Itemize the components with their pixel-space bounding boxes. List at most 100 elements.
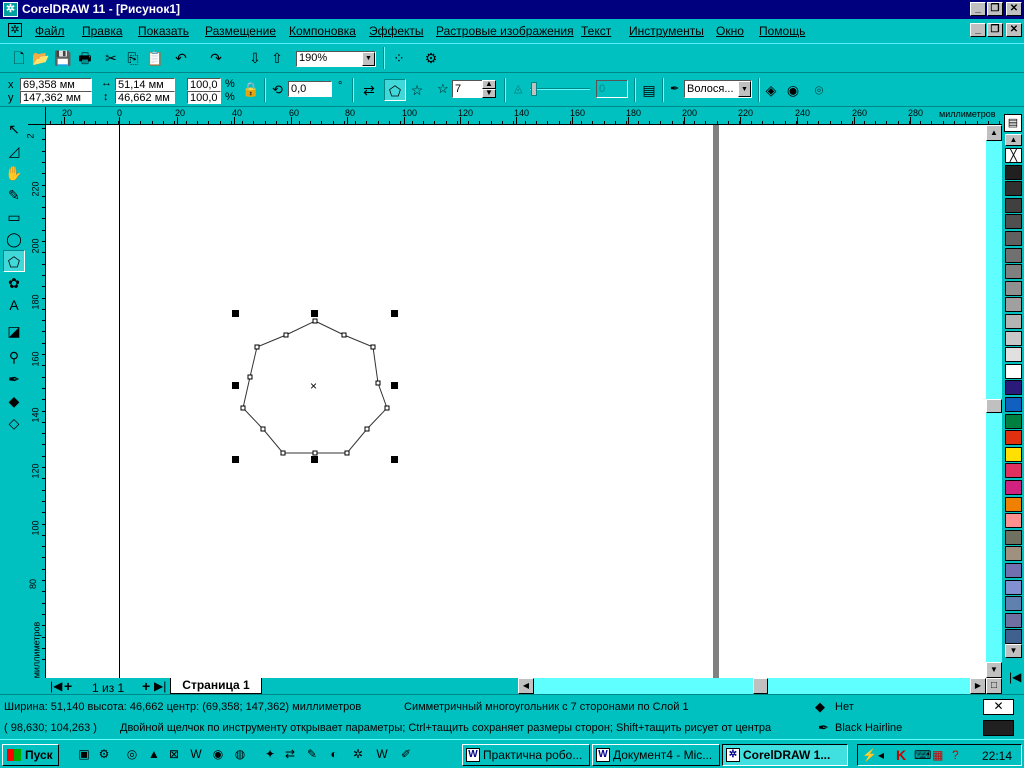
color-swatch[interactable]	[1005, 612, 1022, 628]
import-icon[interactable]: ⇩	[244, 47, 266, 69]
vertical-scroll-thumb[interactable]	[986, 399, 1002, 413]
polygon-tool-icon[interactable]: ⬠	[3, 250, 25, 272]
color-swatch[interactable]	[1005, 314, 1022, 329]
open-icon[interactable]: 📂	[30, 47, 52, 69]
color-swatch[interactable]	[1005, 247, 1022, 263]
no-color-swatch[interactable]: ╳	[1005, 148, 1022, 163]
color-swatch[interactable]	[1005, 546, 1022, 562]
quicklaunch-app8-icon[interactable]: W	[374, 746, 390, 762]
outline-swatch[interactable]	[983, 720, 1014, 736]
sharpness-thumb[interactable]	[531, 82, 537, 96]
outline-width-combo[interactable]: Волося... ▼	[684, 80, 752, 98]
palette-down-button[interactable]: ▼	[1005, 644, 1022, 658]
sharpness-slider[interactable]	[530, 88, 590, 90]
menu-item-9[interactable]: Окно	[716, 19, 744, 43]
menu-item-3[interactable]: Размещение	[205, 19, 276, 43]
color-swatch[interactable]	[1005, 264, 1022, 280]
scroll-up-button[interactable]: ▲	[986, 125, 1002, 141]
polygon-mode-icon[interactable]: ⬠	[384, 79, 406, 101]
quicklaunch-app1-icon[interactable]: ◎	[124, 746, 140, 762]
color-swatch[interactable]	[1005, 463, 1022, 479]
eyedropper-tool-icon[interactable]: ⚲	[3, 346, 25, 368]
scale-x-field[interactable]: 100,0	[187, 78, 221, 91]
wrap-text-icon[interactable]: ▤	[638, 79, 660, 101]
interactive-fill-icon[interactable]: ◇	[3, 412, 25, 434]
quicklaunch-app5-icon[interactable]: ✎	[304, 746, 320, 762]
menu-item-1[interactable]: Правка	[82, 19, 123, 43]
minimize-button[interactable]: _	[970, 2, 986, 16]
print-icon[interactable]: 🖶	[74, 47, 96, 69]
first-page-button[interactable]: |◀	[50, 679, 62, 693]
scroll-right-button[interactable]: ▶	[970, 678, 986, 694]
corner-box[interactable]: □	[986, 678, 1002, 694]
color-swatch[interactable]	[1005, 563, 1022, 578]
quicklaunch-app4-icon[interactable]: ⇄	[282, 746, 298, 762]
color-swatch[interactable]	[1005, 496, 1022, 512]
ruler-origin[interactable]	[28, 107, 46, 125]
interactive-tool-icon[interactable]: ◪	[3, 320, 25, 342]
zoom-combo[interactable]: 190% ▼	[296, 51, 376, 67]
quicklaunch-explorer-icon[interactable]: ⚙	[96, 746, 112, 762]
menu-item-2[interactable]: Показать	[138, 19, 189, 43]
color-swatch[interactable]	[1005, 231, 1022, 246]
horizontal-scroll-track[interactable]	[534, 678, 970, 694]
mirror-icon[interactable]: ⇄	[358, 79, 380, 101]
add-page-before-button[interactable]: +	[64, 678, 72, 694]
menu-item-7[interactable]: Текст	[581, 19, 611, 43]
color-swatch[interactable]	[1005, 596, 1022, 612]
color-swatch[interactable]	[1005, 413, 1022, 429]
quicklaunch-app2-icon[interactable]: ◍	[232, 746, 248, 762]
menu-item-4[interactable]: Компоновка	[289, 19, 356, 43]
pick-tool-icon[interactable]: ↖	[3, 118, 25, 140]
color-swatch[interactable]	[1005, 164, 1022, 180]
vertical-scrollbar[interactable]: ▲ ▼	[986, 125, 1002, 678]
color-swatch[interactable]	[1005, 380, 1022, 396]
drawing-canvas[interactable]: ×	[46, 125, 986, 678]
task-word-2[interactable]: W Документ4 - Mic...	[592, 744, 720, 766]
coreldraw-app-icon[interactable]: ✲	[3, 2, 18, 17]
freehand-tool-icon[interactable]: ✎	[3, 184, 25, 206]
quicklaunch-word-icon[interactable]: W	[188, 746, 204, 762]
color-swatch[interactable]	[1005, 347, 1022, 363]
basic-shapes-tool-icon[interactable]: ✿	[3, 272, 25, 294]
quicklaunch-app6-icon[interactable]: ◐	[326, 746, 342, 762]
sharpness-field[interactable]: 0	[596, 80, 628, 98]
doc-minimize-button[interactable]: _	[970, 23, 986, 37]
star-mode-icon[interactable]: ☆	[406, 79, 428, 101]
color-swatch[interactable]	[1005, 480, 1022, 495]
points-field[interactable]: 7	[452, 80, 486, 98]
tray-antivirus-icon[interactable]: K	[896, 747, 906, 763]
color-swatch[interactable]	[1005, 330, 1022, 346]
fill-tool-icon[interactable]: ◆	[3, 390, 25, 412]
menu-item-10[interactable]: Помощь	[759, 19, 805, 43]
vertical-ruler[interactable]: миллиметров 2 220 200 180 160 140 120 100 80	[26, 125, 46, 678]
horizontal-ruler[interactable]: миллиметров 20 0 20 40 60 80 100 120 140 160 180 20…	[46, 107, 1002, 125]
to-back-icon[interactable]: ◉	[782, 79, 804, 101]
convert-to-curves-icon[interactable]: ⌾	[808, 79, 830, 101]
quicklaunch-desktop-icon[interactable]: ▣	[76, 746, 92, 762]
tray-volume-icon[interactable]: ◂	[878, 748, 884, 762]
x-position-field[interactable]: 69,358 мм	[20, 78, 92, 91]
quicklaunch-app7-icon[interactable]: ✲	[350, 746, 366, 762]
color-swatch[interactable]	[1005, 214, 1022, 230]
color-swatch[interactable]	[1005, 579, 1022, 595]
quicklaunch-access-icon[interactable]: ▲	[146, 746, 162, 762]
quicklaunch-app3-icon[interactable]: ✦	[262, 746, 278, 762]
ellipse-tool-icon[interactable]: ◯	[3, 228, 25, 250]
color-swatch[interactable]	[1005, 297, 1022, 313]
color-swatch[interactable]	[1005, 197, 1022, 213]
scroll-down-button[interactable]: ▼	[986, 662, 1002, 678]
height-field[interactable]: 46,662 мм	[115, 91, 175, 104]
tray-network-icon[interactable]: ⚡	[862, 748, 877, 762]
color-swatch[interactable]	[1005, 397, 1022, 412]
copy-icon[interactable]: ⎘	[122, 47, 144, 69]
tray-keyboard-icon[interactable]: ⌨	[914, 748, 931, 762]
shape-tool-icon[interactable]: ◿	[3, 140, 25, 162]
close-button[interactable]: ✕	[1006, 2, 1022, 16]
chevron-down-icon[interactable]: ▼	[362, 52, 375, 66]
lock-ratio-icon[interactable]: 🔒	[240, 78, 262, 100]
quicklaunch-media-icon[interactable]: ◉	[210, 746, 226, 762]
color-swatch[interactable]	[1005, 430, 1022, 446]
rectangle-tool-icon[interactable]: ▭	[3, 206, 25, 228]
add-page-after-button[interactable]: +	[142, 678, 150, 694]
